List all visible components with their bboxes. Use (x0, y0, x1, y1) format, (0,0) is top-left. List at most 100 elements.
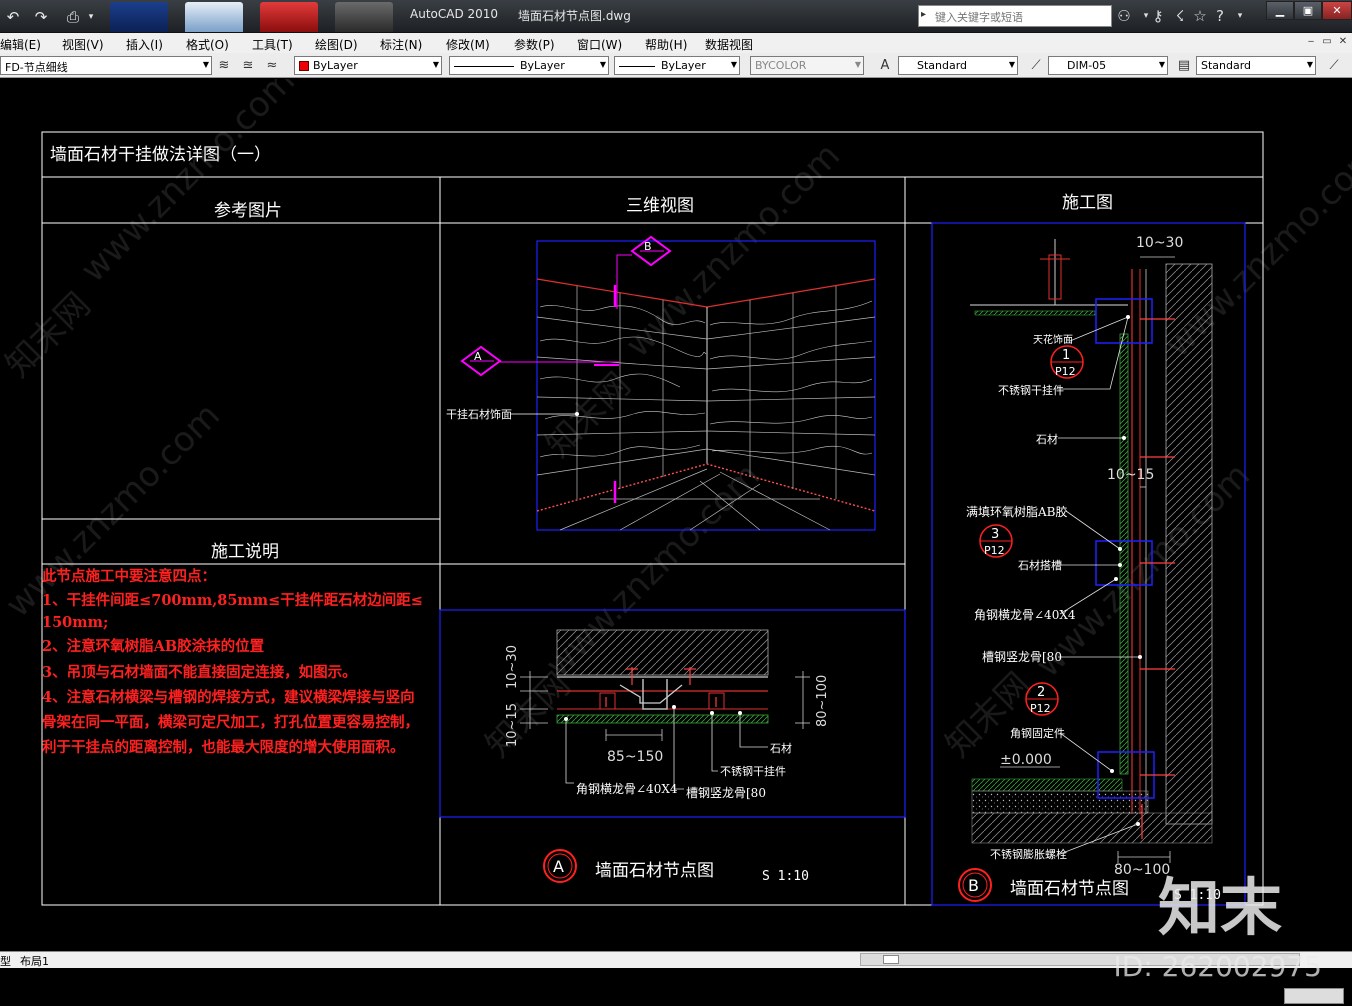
color-swatch (299, 61, 309, 71)
properties-toolbar: FD-节点细线 ▼ ≋ ≊ ≈ ByLayer ▼ ByLayer ▼ ByLayer… (0, 53, 1352, 78)
a-label-angle-keel: 角钢横龙骨∠40X4 (576, 782, 678, 796)
linetype-preview (454, 65, 514, 67)
make-current-layer-icon[interactable]: ≊ (238, 56, 258, 75)
section-marker-b: B (613, 235, 672, 503)
help-icon[interactable]: ? (1210, 6, 1230, 26)
menu-view[interactable]: 视图(V) (62, 36, 104, 53)
callout-3-num: 3 (991, 527, 999, 542)
layer-previous-icon[interactable]: ≈ (262, 56, 282, 75)
maximize-button[interactable]: ▣ (1294, 1, 1322, 20)
b-label-stone: 石材 (1036, 432, 1058, 446)
text-style-icon[interactable]: A (875, 56, 895, 75)
menu-modify[interactable]: 修改(M) (446, 36, 490, 53)
marker-b-label: B (644, 240, 652, 253)
taskbar-app-icon[interactable] (110, 2, 168, 32)
watermark-text: www.znzmo.com (0, 395, 228, 625)
col-3d-view-heading: 三维视图 (626, 196, 694, 216)
menu-dimension[interactable]: 标注(N) (380, 36, 422, 53)
image-id-watermark: ID: 262002975 (1113, 950, 1322, 983)
chevron-down-icon: ▼ (202, 60, 209, 69)
help-dropdown-icon[interactable]: ▾ (1230, 6, 1250, 26)
close-button[interactable]: ✕ (1322, 1, 1352, 20)
note-line: 3、吊顶与石材墙面不能直接固定连接，如图示。 (42, 663, 357, 681)
scroll-thumb[interactable] (883, 955, 899, 964)
b-dim-10-30: 10~30 (1136, 235, 1183, 251)
watermark-text: www.znzmo.com (618, 135, 848, 365)
note-line: 2、注意环氧树脂AB胶涂抹的位置 (42, 637, 264, 655)
b-label-bolt: 不锈钢膨胀螺栓 (990, 847, 1067, 861)
app-title: AutoCAD 2010 (410, 7, 499, 21)
text-style-combo[interactable]: Standard ▼ (898, 56, 1018, 75)
layer-states-icon[interactable]: ≋ (214, 56, 234, 75)
b-label-channel-keel: 槽钢竖龙骨[80 (982, 650, 1062, 664)
table-style-icon[interactable]: ▤ (1174, 56, 1194, 75)
file-title: 墙面石材节点图.dwg (518, 9, 631, 23)
b-level: ±0.000 (1000, 752, 1052, 768)
callout-2-ref: P12 (1030, 702, 1051, 715)
quick-access-dropdown-icon[interactable]: ▾ (86, 6, 96, 28)
chevron-down-icon: ▼ (730, 60, 737, 69)
layer-combo[interactable]: FD-节点细线 ▼ (0, 56, 212, 75)
menu-draw[interactable]: 绘图(D) (315, 36, 358, 53)
search-expand-icon[interactable]: ▸ (921, 9, 926, 20)
a-label-steel-hanger: 不锈钢干挂件 (720, 764, 786, 778)
chevron-down-icon: ▼ (432, 60, 439, 69)
menu-data-view[interactable]: 数据视图 (705, 36, 753, 53)
tab-model[interactable]: 型 (0, 953, 11, 969)
doc-minimize-button[interactable]: ‒ (1304, 36, 1318, 50)
color-combo[interactable]: ByLayer ▼ (294, 56, 442, 75)
lineweight-combo[interactable]: ByLayer ▼ (614, 56, 740, 75)
communication-icon[interactable]: ☇ (1170, 6, 1190, 26)
chevron-down-icon: ▼ (1008, 60, 1015, 69)
menu-parameters[interactable]: 参数(P) (514, 36, 555, 53)
tab-layout1[interactable]: 布局1 (20, 953, 49, 969)
note-line: 150mm; (42, 614, 108, 631)
status-tray[interactable] (1284, 988, 1344, 1004)
multileader-style-icon[interactable]: ⟋ (1324, 56, 1344, 75)
doc-restore-button[interactable]: ▭ (1320, 36, 1334, 50)
taskbar-app-icon[interactable] (185, 2, 243, 32)
menu-help[interactable]: 帮助(H) (645, 36, 687, 53)
dim-style-combo[interactable]: DIM-05 ▼ (1048, 56, 1168, 75)
view-3d: A B 干挂石材饰面 (446, 235, 876, 531)
callout-3-ref: P12 (984, 544, 1005, 557)
favorites-star-icon[interactable]: ☆ (1190, 6, 1210, 26)
dim-style-icon[interactable]: ⟋ (1026, 56, 1046, 75)
detail-a: 10~30 10~15 80~100 85~150 石材 不锈钢干挂件 槽钢竖龙… (439, 609, 906, 884)
taskbar-app-icon[interactable] (260, 2, 318, 32)
menu-bar: 编辑(E) 视图(V) 插入(I) 格式(O) 工具(T) 绘图(D) 标注(N… (0, 33, 1352, 53)
b-caption-marker: B (968, 876, 979, 895)
b-label-angle-fixing: 角钢固定件 (1010, 726, 1065, 740)
note-line: 利于干挂点的距离控制，也能最大限度的增大使用面积。 (42, 738, 405, 756)
construction-notes: 此节点施工中要注意四点： 1、干挂件间距≤700mm,85mm≤干挂件距石材边间… (42, 567, 423, 756)
a-label-stone: 石材 (770, 741, 792, 755)
chevron-down-icon: ▼ (1306, 60, 1313, 69)
print-icon[interactable]: ⎙ (62, 6, 84, 28)
b-caption: 墙面石材节点图 (1010, 879, 1129, 899)
menu-tools[interactable]: 工具(T) (252, 36, 293, 53)
redo-icon[interactable]: ↷ (30, 6, 52, 28)
undo-icon[interactable]: ↶ (2, 6, 24, 28)
binoculars-icon[interactable]: ⚇ (1114, 6, 1134, 26)
dim-10-15: 10~15 (505, 703, 520, 747)
help-search-input[interactable] (918, 5, 1112, 27)
drawing-canvas[interactable]: 知末网 www.znzmo.com www.znzmo.com 知末网 www.… (0, 79, 1352, 951)
doc-close-button[interactable]: ✕ (1336, 36, 1350, 50)
callout-1-num: 1 (1062, 348, 1070, 363)
callout-1: 1 P12 (1050, 345, 1084, 379)
linetype-combo[interactable]: ByLayer ▼ (449, 56, 609, 75)
callout-2: 2 P12 (1025, 682, 1059, 716)
text-style-value: Standard (917, 59, 968, 72)
plotstyle-combo[interactable]: BYCOLOR ▼ (750, 56, 864, 75)
minimize-button[interactable]: ▁ (1266, 1, 1294, 20)
menu-format[interactable]: 格式(O) (186, 36, 229, 53)
a-caption-marker: A (553, 857, 564, 876)
menu-window[interactable]: 窗口(W) (577, 36, 622, 53)
menu-edit[interactable]: 编辑(E) (0, 36, 41, 53)
b-label-ceiling: 天花饰面 (1033, 333, 1073, 346)
table-style-combo[interactable]: Standard ▼ (1196, 56, 1316, 75)
menu-insert[interactable]: 插入(I) (126, 36, 163, 53)
taskbar-app-icon[interactable] (335, 2, 393, 32)
key-icon[interactable]: ⚷ (1148, 6, 1168, 26)
watermark-text: 知末网 (938, 665, 1038, 765)
